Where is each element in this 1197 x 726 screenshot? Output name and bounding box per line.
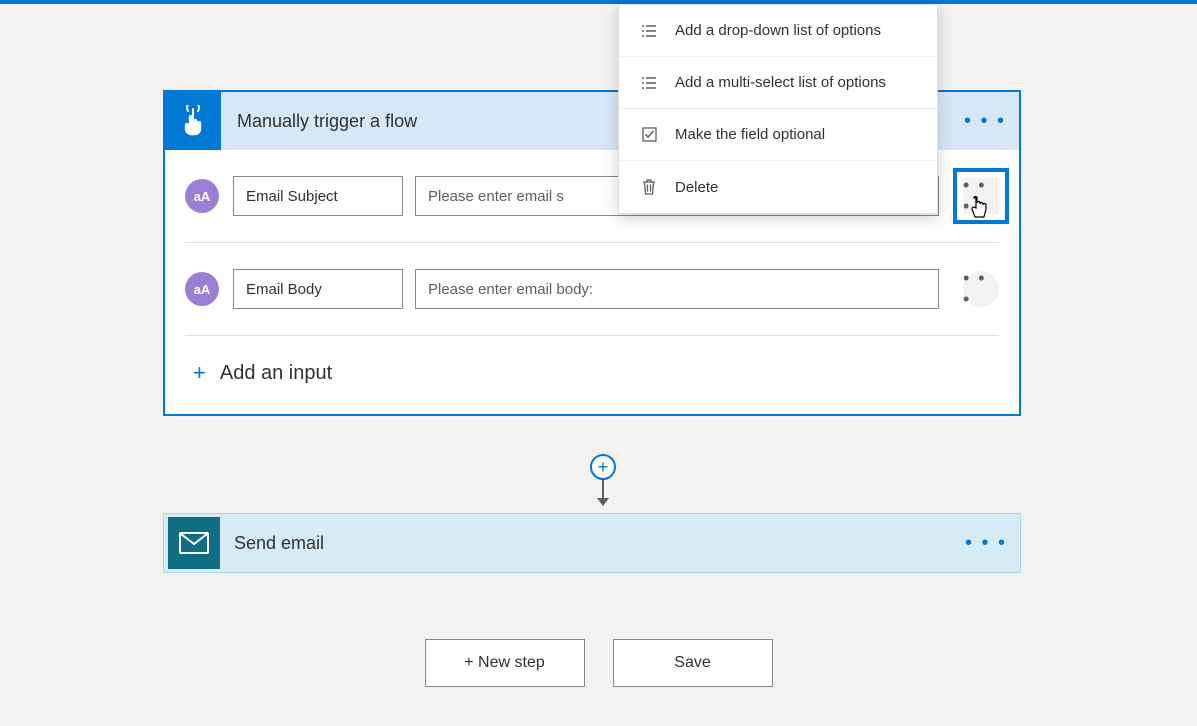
menu-item-label: Make the field optional [675, 126, 825, 143]
input-name-field[interactable]: Email Body [233, 269, 403, 309]
input-row: aA Email Body Please enter email body: •… [185, 243, 999, 336]
menu-item-label: Add a multi-select list of options [675, 74, 886, 91]
menu-add-dropdown-list[interactable]: Add a drop-down list of options [619, 5, 937, 57]
new-step-button[interactable]: + New step [425, 639, 585, 687]
checkbox-icon [637, 127, 661, 142]
menu-add-multiselect-list[interactable]: Add a multi-select list of options [619, 57, 937, 109]
menu-item-label: Add a drop-down list of options [675, 22, 881, 39]
trigger-more-button[interactable]: • • • [963, 99, 1007, 143]
list-icon [637, 76, 661, 90]
action-title: Send email [234, 533, 964, 554]
input-options-menu: Add a drop-down list of options Add a mu… [618, 4, 938, 214]
input-more-button[interactable]: • • • [963, 178, 999, 214]
action-card[interactable]: Send email • • • [163, 513, 1021, 573]
input-placeholder-field[interactable]: Please enter email body: [415, 269, 939, 309]
input-name-field[interactable]: Email Subject [233, 176, 403, 216]
input-more-button[interactable]: • • • [963, 271, 999, 307]
menu-delete[interactable]: Delete [619, 161, 937, 213]
manual-trigger-icon [165, 92, 221, 150]
action-more-button[interactable]: • • • [964, 532, 1008, 555]
add-input-button[interactable]: + Add an input [185, 336, 999, 414]
connector-line [602, 478, 604, 498]
trash-icon [637, 179, 661, 195]
menu-item-label: Delete [675, 179, 718, 196]
send-email-icon [168, 517, 220, 569]
arrow-down-icon [597, 498, 609, 506]
insert-step-button[interactable]: + [590, 454, 616, 480]
text-field-icon: aA [185, 272, 219, 306]
connector: + [590, 454, 616, 506]
text-field-icon: aA [185, 179, 219, 213]
list-icon [637, 24, 661, 38]
add-input-label: Add an input [220, 362, 332, 385]
plus-icon: + [193, 360, 206, 386]
save-button[interactable]: Save [613, 639, 773, 687]
menu-make-optional[interactable]: Make the field optional [619, 109, 937, 161]
bottom-toolbar: + New step Save [0, 639, 1197, 687]
